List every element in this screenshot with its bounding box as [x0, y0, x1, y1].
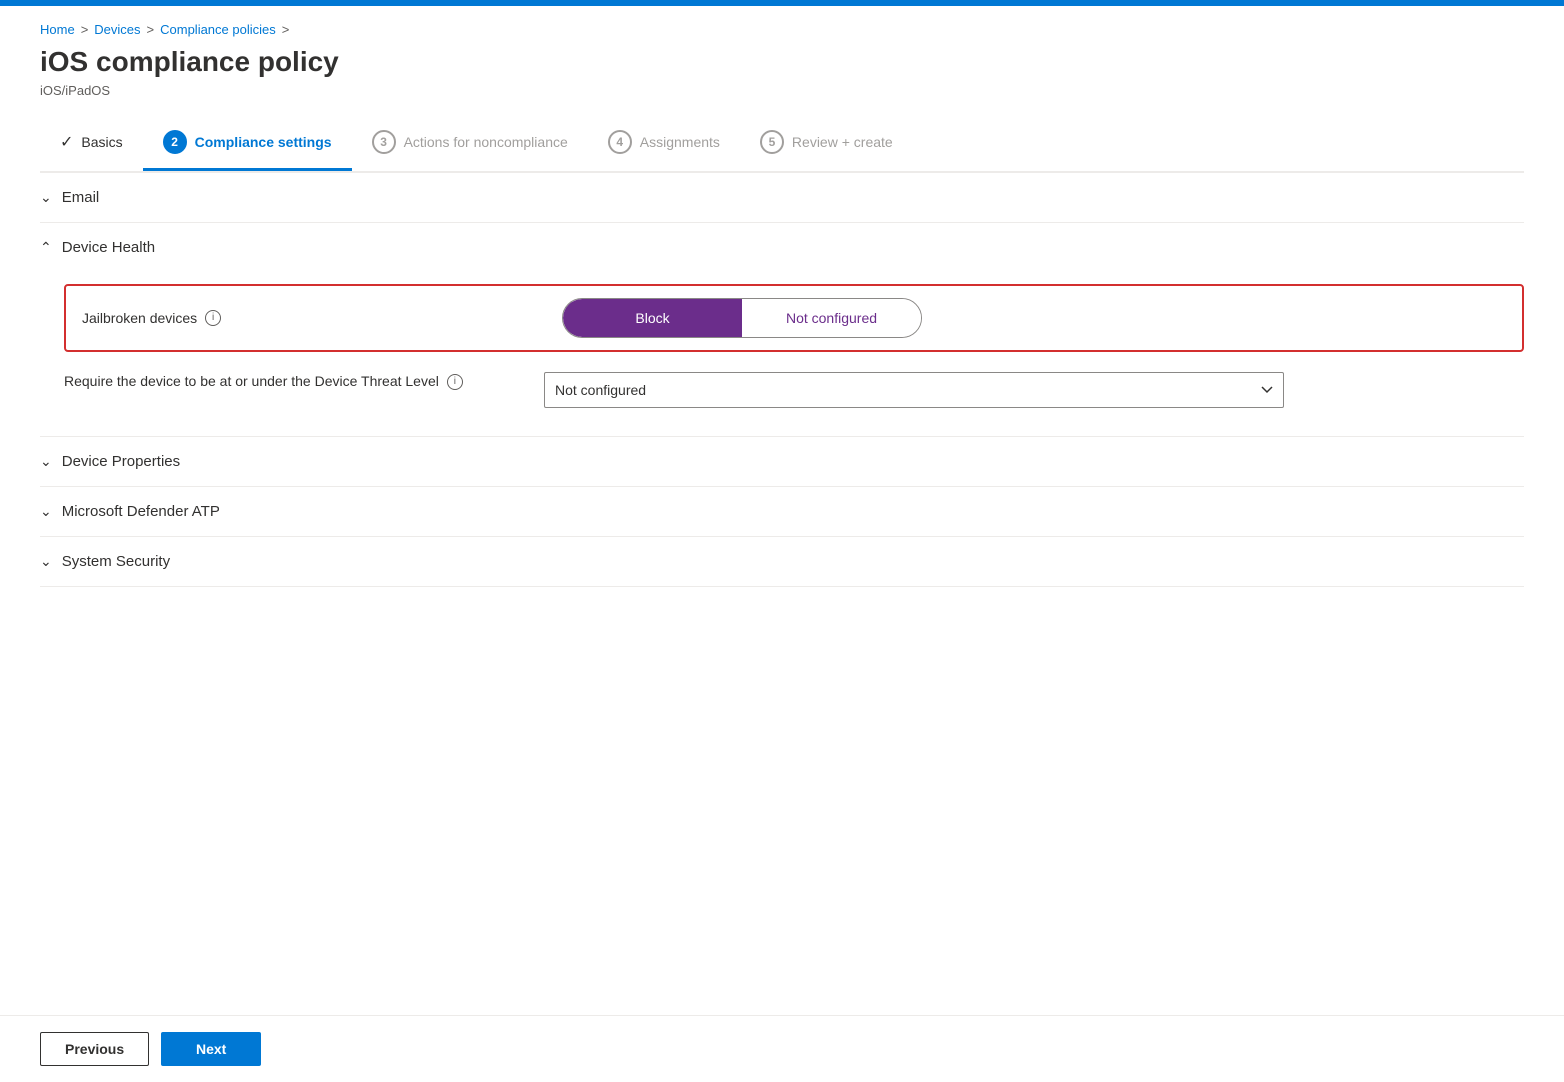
wizard-tabs: ✓ Basics 2 Compliance settings 3 Actions… [40, 118, 1524, 172]
tab-basics-check: ✓ [60, 132, 73, 152]
bottom-nav: Previous Next [0, 1015, 1564, 1082]
section-device-health: ⌃ Device Health Jailbroken devices i Blo… [40, 223, 1524, 437]
tab-assignments[interactable]: 4 Assignments [588, 118, 740, 171]
breadcrumb-sep-2: > [147, 22, 155, 37]
device-health-header[interactable]: ⌃ Device Health [40, 223, 1524, 272]
breadcrumb-compliance-policies[interactable]: Compliance policies [160, 22, 276, 37]
section-defender-atp[interactable]: ⌄ Microsoft Defender ATP [40, 487, 1524, 537]
tab-basics-label: Basics [81, 134, 122, 150]
breadcrumb: Home > Devices > Compliance policies > [40, 22, 1524, 37]
tab-actions[interactable]: 3 Actions for noncompliance [352, 118, 588, 171]
threat-level-select[interactable]: Not configured Secured Low Medium High [544, 372, 1284, 408]
device-properties-label: Device Properties [62, 453, 180, 470]
device-health-body: Jailbroken devices i Block Not configure… [40, 272, 1524, 436]
breadcrumb-home[interactable]: Home [40, 22, 75, 37]
threat-level-label: Require the device to be at or under the… [64, 372, 439, 392]
jailbroken-toggle-not-configured[interactable]: Not configured [742, 299, 921, 337]
threat-level-info-icon[interactable]: i [447, 374, 463, 390]
threat-level-label-col: Require the device to be at or under the… [64, 372, 544, 392]
tab-review-label: Review + create [792, 134, 893, 150]
jailbroken-label-col: Jailbroken devices i [82, 310, 562, 326]
jailbroken-label: Jailbroken devices [82, 310, 197, 326]
device-health-chevron: ⌃ [40, 239, 52, 256]
threat-level-row: Require the device to be at or under the… [64, 364, 1524, 416]
tab-compliance-settings-label: Compliance settings [195, 134, 332, 150]
tab-assignments-label: Assignments [640, 134, 720, 150]
defender-atp-label: Microsoft Defender ATP [62, 503, 220, 520]
system-security-chevron: ⌄ [40, 553, 52, 570]
breadcrumb-sep-3: > [282, 22, 290, 37]
content-area: ⌄ Email ⌃ Device Health Jailbroken devic… [40, 172, 1524, 687]
jailbroken-toggle-block[interactable]: Block [563, 299, 742, 337]
device-health-label: Device Health [62, 239, 155, 256]
breadcrumb-devices[interactable]: Devices [94, 22, 140, 37]
tab-compliance-settings[interactable]: 2 Compliance settings [143, 118, 352, 171]
tab-review-circle: 5 [760, 130, 784, 154]
tab-actions-label: Actions for noncompliance [404, 134, 568, 150]
next-button[interactable]: Next [161, 1032, 261, 1066]
jailbroken-setting-row: Jailbroken devices i Block Not configure… [64, 284, 1524, 352]
breadcrumb-sep-1: > [81, 22, 89, 37]
section-system-security[interactable]: ⌄ System Security [40, 537, 1524, 587]
jailbroken-info-icon[interactable]: i [205, 310, 221, 326]
defender-atp-chevron: ⌄ [40, 503, 52, 520]
tab-assignments-circle: 4 [608, 130, 632, 154]
tab-compliance-settings-circle: 2 [163, 130, 187, 154]
section-email[interactable]: ⌄ Email [40, 172, 1524, 223]
previous-button[interactable]: Previous [40, 1032, 149, 1066]
system-security-label: System Security [62, 553, 170, 570]
email-chevron: ⌄ [40, 189, 52, 206]
email-label: Email [62, 189, 100, 206]
tab-review[interactable]: 5 Review + create [740, 118, 913, 171]
section-device-properties[interactable]: ⌄ Device Properties [40, 437, 1524, 487]
tab-actions-circle: 3 [372, 130, 396, 154]
tab-basics[interactable]: ✓ Basics [40, 120, 143, 169]
page-title: iOS compliance policy [40, 45, 1524, 79]
page-subtitle: iOS/iPadOS [40, 83, 1524, 98]
jailbroken-toggle[interactable]: Block Not configured [562, 298, 922, 338]
device-properties-chevron: ⌄ [40, 453, 52, 470]
